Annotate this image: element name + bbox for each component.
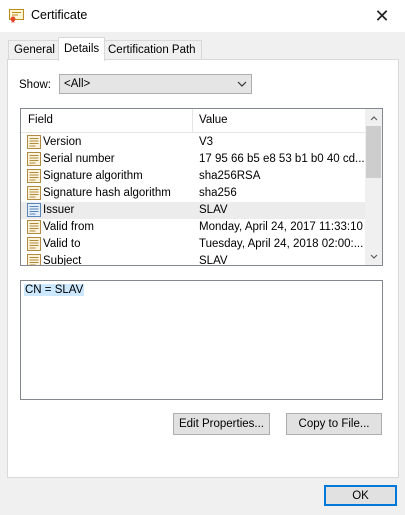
list-item[interactable]: Valid from Monday, April 24, 2017 11:33:1… bbox=[21, 219, 366, 236]
certificate-field-icon bbox=[27, 237, 41, 251]
chevron-down-icon bbox=[237, 81, 247, 87]
tab-certification-path[interactable]: Certification Path bbox=[102, 40, 202, 60]
field-name: Version bbox=[43, 136, 82, 148]
close-button[interactable]: ✕ bbox=[359, 0, 405, 32]
column-header-field[interactable]: Field bbox=[21, 109, 53, 132]
list-rows: Version V3 Serial number 17 95 66 b5 e8 53 … bbox=[21, 134, 366, 266]
list-item[interactable]: Issuer SLAV bbox=[21, 202, 366, 219]
scroll-up-button[interactable] bbox=[365, 109, 382, 126]
field-name: Valid from bbox=[43, 221, 94, 233]
list-item[interactable]: Version V3 bbox=[21, 134, 366, 151]
title-bar: Certificate ✕ bbox=[0, 0, 405, 32]
fields-list[interactable]: Field Value Version V3 Serial number 17 95 … bbox=[20, 108, 383, 266]
edit-properties-button[interactable]: Edit Properties... bbox=[173, 413, 270, 435]
certificate-field-icon bbox=[27, 169, 41, 183]
scroll-down-button[interactable] bbox=[365, 248, 382, 265]
certificate-field-icon bbox=[27, 254, 41, 265]
field-value: Monday, April 24, 2017 11:33:10 bbox=[199, 221, 363, 233]
chevron-down-icon bbox=[370, 254, 377, 259]
list-item[interactable]: Subject SLAV bbox=[21, 253, 366, 266]
field-name: Signature hash algorithm bbox=[43, 187, 171, 199]
field-value: sha256 bbox=[199, 187, 237, 199]
ok-button[interactable]: OK bbox=[324, 485, 397, 506]
field-value: sha256RSA bbox=[199, 170, 261, 182]
field-value: SLAV bbox=[199, 204, 228, 216]
details-panel: Show: <All> Field Value Version V3 Serial … bbox=[7, 59, 399, 478]
tab-label: Details bbox=[64, 43, 100, 55]
field-value: 17 95 66 b5 e8 53 b1 b0 40 cd... bbox=[199, 153, 364, 165]
field-name: Issuer bbox=[43, 204, 75, 216]
list-item[interactable]: Signature hash algorithm sha256 bbox=[21, 185, 366, 202]
tab-label: General bbox=[14, 44, 55, 56]
list-item[interactable]: Valid to Tuesday, April 24, 2018 02:00:..… bbox=[21, 236, 366, 253]
certificate-field-icon bbox=[27, 203, 41, 217]
list-item[interactable]: Signature algorithm sha256RSA bbox=[21, 168, 366, 185]
field-detail-textbox[interactable]: CN = SLAV bbox=[20, 280, 383, 400]
field-value: Tuesday, April 24, 2018 02:00:... bbox=[199, 238, 364, 250]
close-icon: ✕ bbox=[374, 5, 390, 26]
list-item[interactable]: Serial number 17 95 66 b5 e8 53 b1 b0 40 … bbox=[21, 151, 366, 168]
field-name: Subject bbox=[43, 255, 82, 266]
tab-details[interactable]: Details bbox=[58, 37, 106, 61]
window-title: Certificate bbox=[31, 8, 88, 22]
field-name: Signature algorithm bbox=[43, 170, 143, 182]
field-name: Serial number bbox=[43, 153, 115, 165]
copy-to-file-button[interactable]: Copy to File... bbox=[286, 413, 382, 435]
show-dropdown-value: <All> bbox=[64, 78, 91, 90]
certificate-field-icon bbox=[27, 152, 41, 166]
field-name: Valid to bbox=[43, 238, 81, 250]
show-label: Show: bbox=[19, 79, 51, 91]
certificate-field-icon bbox=[27, 186, 41, 200]
show-dropdown[interactable]: <All> bbox=[59, 74, 252, 94]
field-value: SLAV bbox=[199, 255, 228, 266]
scroll-thumb[interactable] bbox=[366, 126, 381, 178]
chevron-up-icon bbox=[370, 115, 377, 120]
certificate-field-icon bbox=[27, 220, 41, 234]
tab-label: Certification Path bbox=[108, 44, 196, 56]
list-header: Field Value bbox=[21, 109, 366, 133]
tab-general[interactable]: General bbox=[8, 40, 61, 60]
field-value: V3 bbox=[199, 136, 214, 148]
vertical-scrollbar[interactable] bbox=[365, 109, 382, 265]
field-detail-text[interactable]: CN = SLAV bbox=[24, 284, 85, 296]
certificate-field-icon bbox=[27, 135, 41, 149]
column-header-value[interactable]: Value bbox=[192, 109, 228, 132]
certificate-icon bbox=[9, 9, 24, 23]
